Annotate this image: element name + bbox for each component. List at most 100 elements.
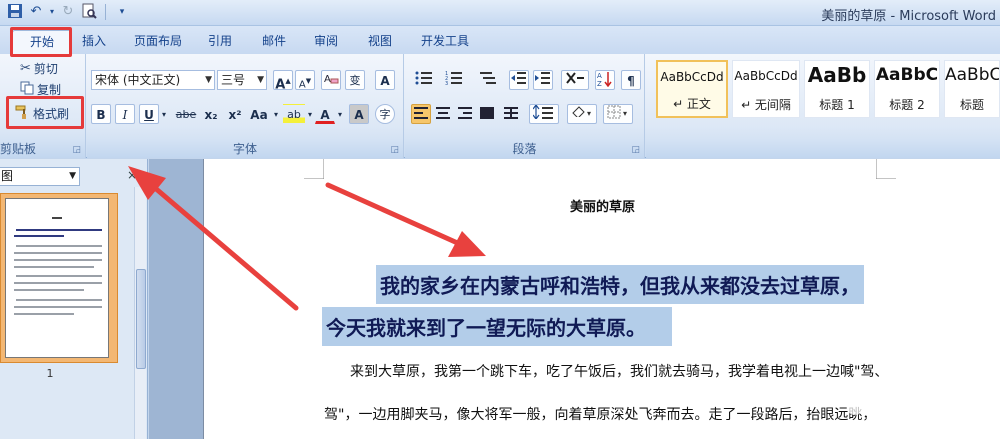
numbering-icon[interactable]: 123 [441, 70, 467, 90]
font-group: 宋体 (中文正文) ▼ 三号 ▼ A▲ A▼ A 变 A B I U ▾ abe… [87, 54, 404, 158]
font-launcher-icon[interactable]: ◲ [390, 145, 399, 155]
italic-button[interactable]: I [115, 104, 135, 124]
decrease-indent-icon[interactable] [509, 70, 529, 90]
thumbnail-line [16, 229, 102, 231]
thumbnail-scrollbar[interactable] [134, 187, 146, 439]
print-preview-icon[interactable] [80, 3, 98, 21]
enclose-characters-button[interactable]: 字 [375, 104, 395, 124]
borders-icon[interactable]: ▾ [603, 104, 633, 124]
qat-separator [105, 4, 106, 20]
undo-icon[interactable]: ↶ [27, 3, 45, 21]
highlight-box-format-painter [6, 96, 84, 129]
styles-group: AaBbCcDd ↵ 正文 AaBbCcDd ↵ 无间隔 AaBb 标题 1 A… [646, 54, 1000, 158]
multilevel-list-icon[interactable] [475, 70, 501, 90]
clipboard-launcher-icon[interactable]: ◲ [72, 145, 81, 155]
selected-text-line[interactable]: 我的家乡在内蒙古呼和浩特，但我从来都没去过草原， [376, 265, 864, 304]
tab-review[interactable]: 审阅 [310, 30, 342, 54]
close-icon[interactable]: × [127, 168, 137, 182]
style-heading-2[interactable]: AaBbC 标题 2 [874, 60, 940, 118]
customize-qat-icon[interactable]: ▾ [113, 3, 131, 21]
font-name-value: 宋体 (中文正文) [95, 73, 181, 87]
paragraph-group-label: 段落 [405, 140, 644, 158]
paragraph-launcher-icon[interactable]: ◲ [631, 145, 640, 155]
highlight-dropdown-icon[interactable]: ▾ [305, 104, 315, 124]
subscript-button[interactable]: x₂ [201, 104, 221, 124]
selected-text-line[interactable]: 今天我就来到了一望无际的大草原。 [322, 307, 672, 346]
body-text-line[interactable]: 驾"，一边用脚夹马，像大将军一般，向着草原深处飞奔而去。走了一段路后，抬眼远眺， [324, 404, 876, 424]
underline-button[interactable]: U [139, 104, 159, 124]
phonetic-guide-button[interactable]: 变 [345, 70, 365, 90]
character-border-button[interactable]: A [375, 70, 395, 90]
redo-icon[interactable]: ↻ [59, 3, 77, 21]
change-case-dropdown-icon[interactable]: ▾ [271, 104, 281, 124]
font-group-label: 字体 [87, 140, 403, 158]
tab-view[interactable]: 视图 [364, 30, 396, 54]
style-no-spacing[interactable]: AaBbCcDd ↵ 无间隔 [732, 60, 800, 118]
highlight-button[interactable]: ab [283, 104, 305, 124]
underline-dropdown-icon[interactable]: ▾ [159, 104, 169, 124]
body-text-line[interactable]: 来到大草原，我第一个跳下车，吃了午饭后，我们就去骑马，我学着电视上一边喊"驾、 [350, 361, 888, 381]
thumbnail-line [16, 299, 102, 301]
font-color-dropdown-icon[interactable]: ▾ [335, 104, 345, 124]
styles-group-label [646, 140, 1000, 158]
cut-button[interactable]: ✂ 剪切 [20, 60, 58, 77]
style-normal[interactable]: AaBbCcDd ↵ 正文 [656, 60, 728, 118]
font-name-combo[interactable]: 宋体 (中文正文) ▼ [91, 70, 215, 90]
page-number: 1 [46, 367, 54, 380]
align-right-icon[interactable] [455, 104, 475, 124]
justify-icon[interactable] [477, 104, 497, 124]
grow-font-button[interactable]: A▲ [273, 70, 293, 93]
ribbon-tabs: 开始 插入 页面布局 引用 邮件 审阅 视图 开发工具 [0, 26, 1000, 54]
align-center-icon[interactable] [433, 104, 453, 124]
bullets-icon[interactable] [411, 70, 437, 90]
tab-insert[interactable]: 插入 [78, 30, 110, 54]
style-name: 标题 2 [889, 98, 925, 112]
save-icon[interactable] [6, 3, 24, 21]
bold-button[interactable]: B [91, 104, 111, 124]
tab-page-layout[interactable]: 页面布局 [128, 30, 188, 54]
style-title[interactable]: AaBbC 标题 [944, 60, 1000, 118]
shrink-font-label: A [298, 79, 306, 91]
pane-view-select[interactable]: 图 ▼ [0, 167, 80, 186]
thumbnail-line [14, 306, 102, 308]
line-spacing-icon[interactable] [529, 104, 559, 124]
character-shading-button[interactable]: A [349, 104, 369, 124]
thumbnail-pane: 图 ▼ × 1 [0, 159, 148, 439]
thumbnail-line [14, 282, 102, 284]
font-size-combo[interactable]: 三号 ▼ [217, 70, 267, 90]
thumbnail-pane-header: 图 ▼ × [0, 165, 148, 187]
change-case-button[interactable]: Aa [247, 104, 271, 124]
style-name: ↵ 正文 [673, 97, 711, 111]
style-sample: AaBbCcDd [660, 70, 724, 84]
scrollbar-thumb[interactable] [136, 269, 146, 369]
font-color-button[interactable]: A [315, 104, 335, 124]
chevron-down-icon: ▼ [69, 171, 76, 181]
tab-references[interactable]: 引用 [204, 30, 236, 54]
style-name: ↵ 无间隔 [741, 98, 791, 112]
document-title: 美丽的草原 [569, 200, 635, 215]
distributed-icon[interactable] [501, 104, 521, 124]
shading-icon[interactable]: ▾ [567, 104, 597, 124]
thumbnail-line [14, 235, 64, 237]
align-left-icon[interactable] [411, 104, 431, 124]
tab-developer[interactable]: 开发工具 [416, 30, 474, 54]
sort-icon[interactable]: AZ [595, 70, 615, 90]
superscript-button[interactable]: x² [225, 104, 245, 124]
style-sample: AaBb [807, 63, 867, 87]
increase-indent-icon[interactable] [533, 70, 553, 90]
thumbnail-line [14, 259, 102, 261]
page-thumbnail[interactable] [0, 193, 118, 363]
undo-dropdown-icon[interactable]: ▾ [48, 3, 56, 21]
font-size-value: 三号 [221, 73, 246, 87]
show-marks-icon[interactable]: ¶ [621, 70, 641, 90]
thumbnail-line [14, 266, 94, 268]
grow-font-label: A [275, 77, 286, 93]
clear-format-icon[interactable]: A [321, 70, 341, 90]
tab-mailings[interactable]: 邮件 [258, 30, 290, 54]
style-heading-1[interactable]: AaBb 标题 1 [804, 60, 870, 118]
chinese-layout-icon[interactable] [561, 70, 589, 90]
shrink-font-button[interactable]: A▼ [295, 70, 315, 90]
cut-label: 剪切 [33, 62, 58, 76]
strikethrough-button[interactable]: abe [173, 104, 199, 124]
style-sample: AaBbCcDd [734, 69, 798, 83]
